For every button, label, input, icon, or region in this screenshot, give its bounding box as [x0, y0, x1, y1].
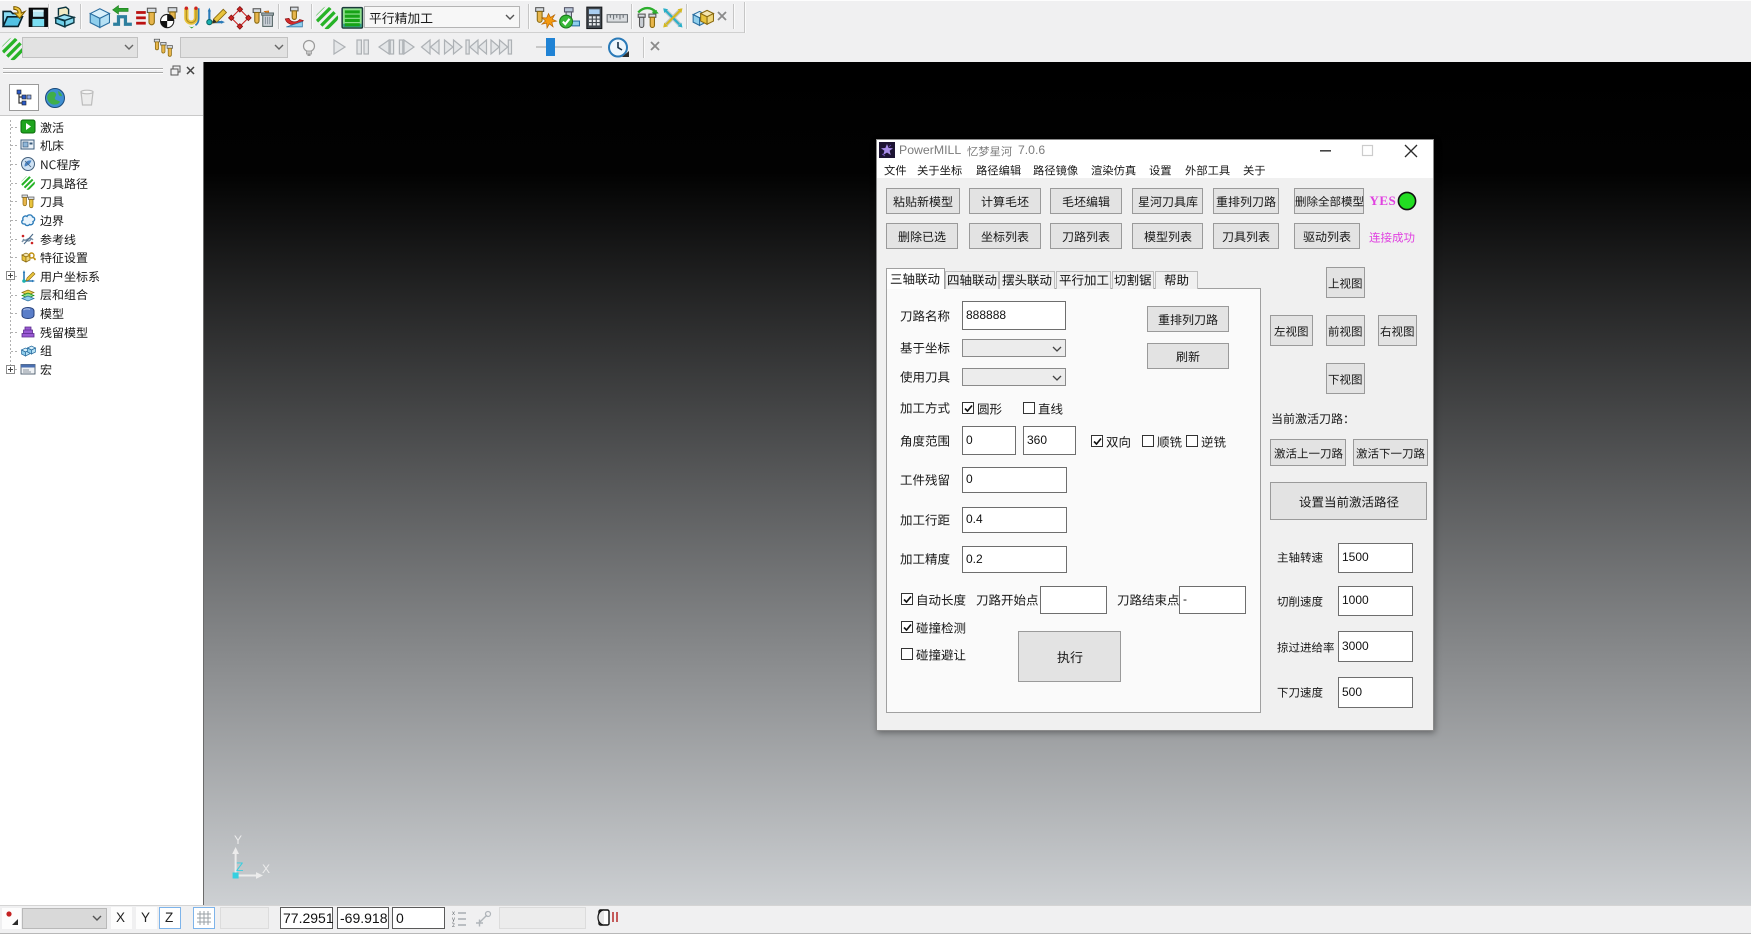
svg-text:X: X	[262, 862, 270, 876]
svg-text:Y: Y	[234, 833, 242, 847]
svg-text:z: z	[452, 923, 455, 929]
svg-text:Z: Z	[236, 860, 243, 874]
